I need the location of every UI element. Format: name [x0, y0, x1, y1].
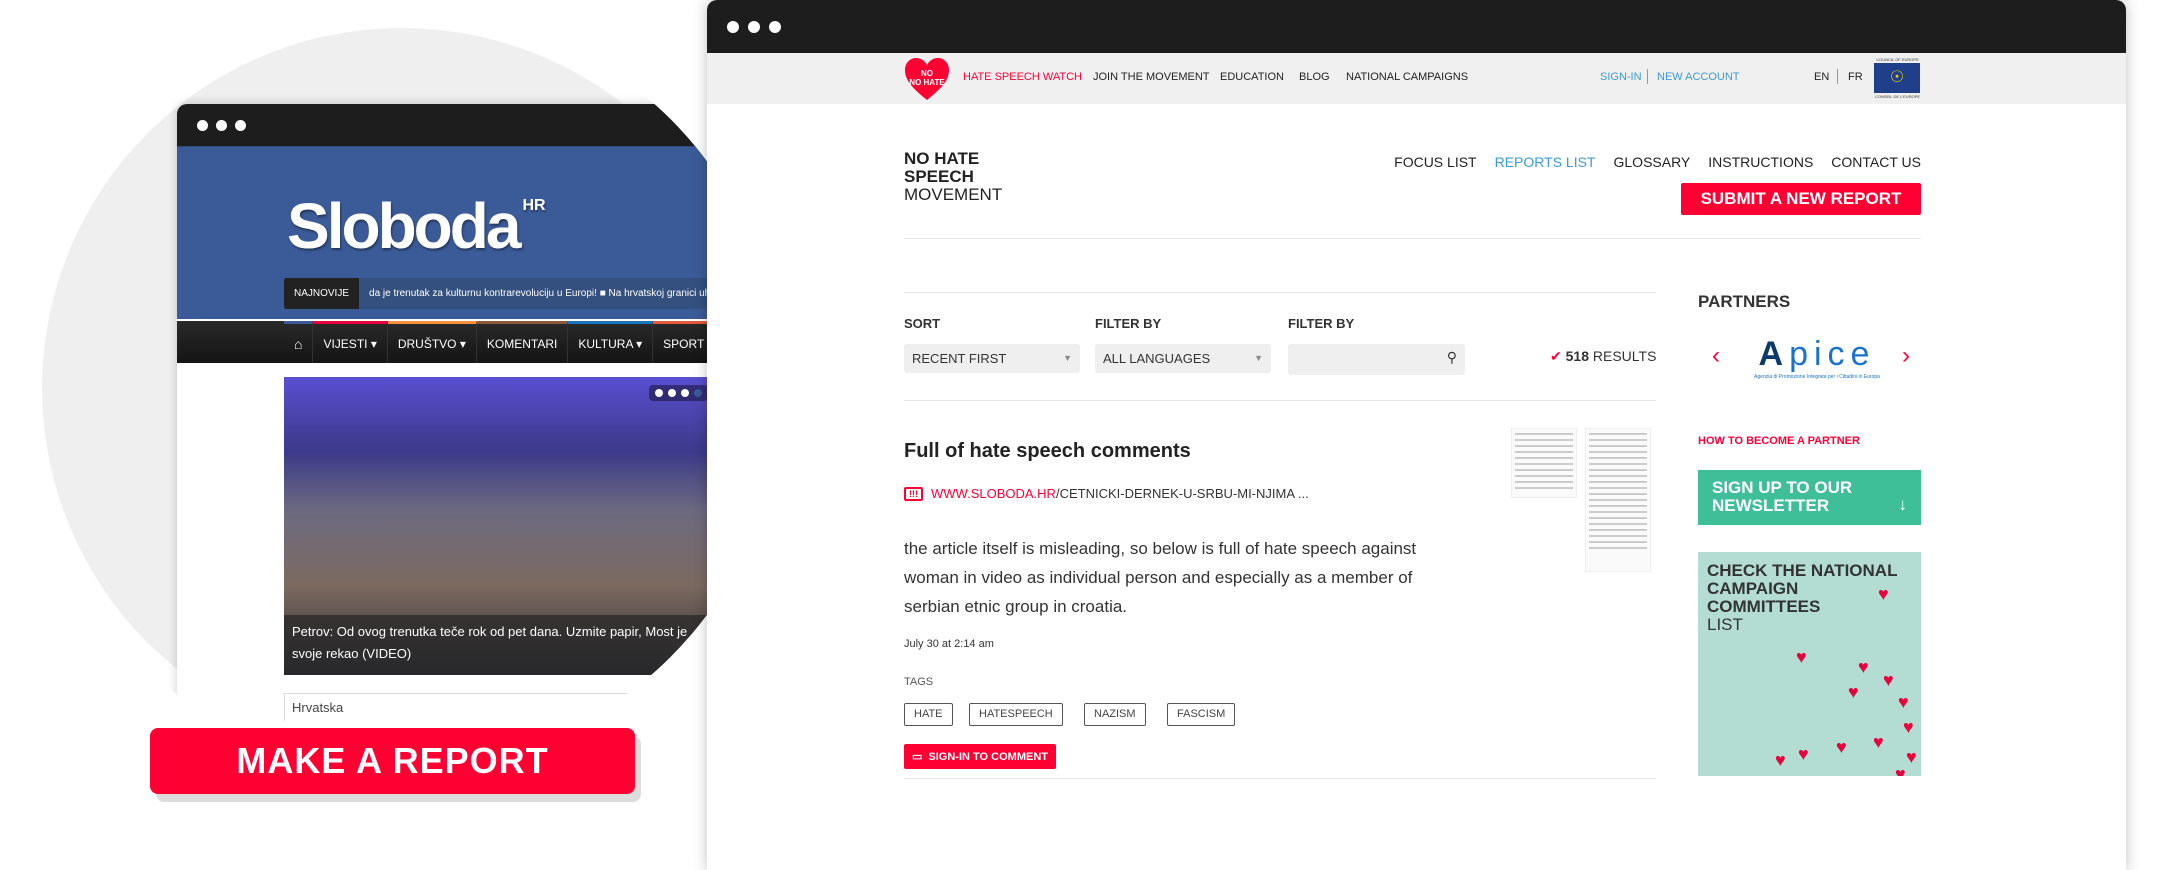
report-title[interactable]: Full of hate speech comments — [904, 440, 1191, 463]
brand-title[interactable]: NO HATE SPEECH MOVEMENT — [904, 150, 1002, 204]
site-logo[interactable]: Sloboda HR — [287, 189, 546, 263]
divider — [904, 400, 1656, 401]
ticker-label: NAJNOVIJE — [284, 278, 360, 309]
site-nav: ⌂ VIJESTI ▾ DRUŠTVO ▾ KOMENTARI KULTURA … — [177, 321, 777, 363]
sign-in-link[interactable]: SIGN-IN — [1600, 71, 1642, 83]
nav-national-campaigns[interactable]: NATIONAL CAMPAIGNS — [1346, 71, 1468, 83]
results-count: ✔ 518 RESULTS — [1550, 348, 1657, 364]
partner-tagline: Agenzia di Promozione Integrata per i Ci… — [1754, 374, 1880, 380]
divider — [904, 778, 1656, 779]
sub-nav-contact[interactable]: CONTACT US — [1831, 154, 1921, 170]
language-select[interactable]: ALL LANGUAGES ▼ — [1095, 344, 1271, 373]
search-input[interactable]: ⚲ — [1288, 344, 1465, 375]
lang-fr[interactable]: FR — [1848, 71, 1863, 83]
section-label[interactable]: Hrvatska — [284, 693, 684, 721]
sub-nav-focus-list[interactable]: FOCUS LIST — [1394, 154, 1476, 170]
dropdown-arrow-icon: ▼ — [1254, 353, 1263, 363]
no-hate-heart-logo[interactable]: NONO HATE — [904, 57, 950, 101]
new-account-link[interactable]: NEW ACCOUNT — [1657, 71, 1740, 83]
prev-arrow-icon[interactable]: ‹ — [1712, 342, 1720, 370]
next-arrow-icon[interactable]: › — [1902, 342, 1910, 370]
nav-hate-speech-watch[interactable]: HATE SPEECH WATCH — [963, 71, 1082, 83]
sub-nav-instructions[interactable]: INSTRUCTIONS — [1708, 154, 1813, 170]
partner-name: Apice — [1758, 335, 1876, 373]
campaign-title: CHECK THE NATIONAL CAMPAIGN COMMITTEES LI… — [1707, 561, 1898, 634]
nav-education[interactable]: EDUCATION — [1220, 71, 1284, 83]
sub-nav-glossary[interactable]: GLOSSARY — [1614, 154, 1691, 170]
national-campaigns-map[interactable]: CHECK THE NATIONAL CAMPAIGN COMMITTEES LI… — [1698, 552, 1921, 776]
title-bar — [177, 104, 777, 146]
tag[interactable]: HATE — [904, 703, 953, 726]
nav-item[interactable]: KULTURA ▾ — [568, 321, 654, 363]
ticker-text[interactable]: da je trenutak za kulturnu kontrarevoluc… — [369, 288, 729, 299]
alert-icon: !!! — [904, 486, 923, 501]
nav-blog[interactable]: BLOG — [1299, 71, 1330, 83]
nav-join[interactable]: JOIN THE MOVEMENT — [1093, 71, 1210, 83]
search-icon: ⚲ — [1446, 349, 1457, 365]
lang-en[interactable]: EN — [1814, 71, 1829, 83]
report-date: July 30 at 2:14 am — [904, 638, 994, 650]
nav-item[interactable]: VIJESTI ▾ — [313, 321, 388, 363]
slider-dots[interactable] — [649, 385, 708, 401]
check-icon: ✔ — [1550, 348, 1562, 364]
submit-report-button[interactable]: SUBMIT A NEW REPORT — [1681, 183, 1921, 215]
dropdown-arrow-icon: ▼ — [1063, 353, 1072, 363]
newsletter-signup-button[interactable]: SIGN UP TO OUR NEWSLETTER ↓ — [1698, 470, 1921, 525]
comment-icon: ▭ — [912, 751, 923, 763]
filter-label: FILTER BY — [1288, 316, 1355, 331]
title-bar — [707, 0, 2126, 53]
nav-item[interactable]: DRUŠTVO ▾ — [387, 321, 477, 363]
divider — [904, 238, 1921, 239]
screenshot-thumbnail[interactable] — [1511, 428, 1577, 498]
tag[interactable]: HATESPEECH — [969, 703, 1063, 726]
tag[interactable]: FASCISM — [1167, 703, 1236, 726]
divider — [904, 292, 1656, 293]
svg-text:NO: NO — [921, 69, 933, 78]
report-body: the article itself is misleading, so bel… — [904, 539, 1417, 616]
make-report-button[interactable]: MAKE A REPORT — [150, 728, 635, 794]
screenshot-thumbnail[interactable] — [1585, 428, 1651, 572]
right-browser-window: NO NO HATE HATE SPEECH WATCH JOIN THE MOV… — [707, 0, 2126, 870]
site-header: Sloboda HR NAJNOVIJE da je trenutak za kul… — [177, 146, 782, 319]
tags-label: TAGS — [904, 676, 934, 688]
sign-in-to-comment-button[interactable]: ▭ SIGN-IN TO COMMENT — [904, 744, 1056, 769]
divider — [1647, 69, 1648, 84]
tag[interactable]: NAZISM — [1084, 703, 1146, 726]
nav-item[interactable]: KOMENTARI — [476, 321, 569, 363]
left-browser-window: Sloboda HR NAJNOVIJE da je trenutak za kul… — [177, 104, 782, 768]
filter-label: FILTER BY — [1095, 316, 1162, 331]
become-partner-link[interactable]: HOW TO BECOME A PARTNER — [1698, 435, 1860, 447]
arrow-down-icon: ↓ — [1898, 495, 1908, 514]
council-of-europe-logo[interactable]: COUNCIL OF EUROPE ☉ CONSEIL DE L'EUROPE — [1874, 57, 1921, 100]
report-url[interactable]: !!! WWW.SLOBODA.HR/CETNICKI-DERNEK-U-SRB… — [904, 486, 1309, 501]
sub-nav: FOCUS LIST REPORTS LIST GLOSSARY INSTRUC… — [1394, 154, 1921, 170]
partners-title: PARTNERS — [1698, 292, 1791, 311]
top-nav: NO NO HATE HATE SPEECH WATCH JOIN THE MOV… — [707, 53, 2126, 104]
divider — [1837, 69, 1838, 84]
sort-label: SORT — [904, 316, 941, 331]
apice-partner-logo[interactable]: Apice Agenzia di Promozione Integrata pe… — [1747, 335, 1887, 380]
photo-caption[interactable]: Petrov: Od ovog trenutka teče rok od pet… — [284, 615, 714, 675]
sub-nav-reports-list[interactable]: REPORTS LIST — [1495, 154, 1596, 170]
svg-text:NO HATE: NO HATE — [909, 78, 945, 87]
sort-select[interactable]: RECENT FIRST ▼ — [904, 344, 1080, 373]
featured-photo[interactable]: Petrov: Od ovog trenutka teče rok od pet… — [284, 377, 714, 675]
home-icon[interactable]: ⌂ — [284, 321, 314, 363]
